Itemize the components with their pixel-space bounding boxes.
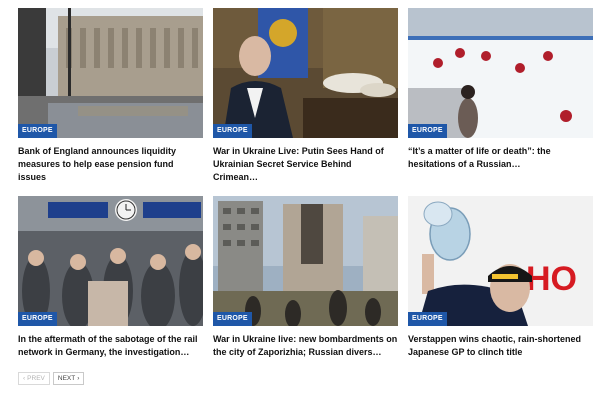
prev-label: PREV [27,374,45,382]
article-title[interactable]: Bank of England announces liquidity meas… [18,145,203,184]
ice-hockey-photo [408,8,593,138]
article-card[interactable]: EUROPE Bank of England announces liquidi… [18,8,203,184]
article-thumbnail[interactable]: EUROPE [408,8,593,138]
article-title[interactable]: “It’s a matter of life or death”: the he… [408,145,593,171]
article-title[interactable]: Verstappen wins chaotic, rain-shortened … [408,333,593,359]
verstappen-trophy-photo: HO [408,196,593,326]
article-card[interactable]: EUROPE In the aftermath of the sabotage … [18,196,203,359]
category-badge[interactable]: EUROPE [408,124,447,138]
category-badge[interactable]: EUROPE [213,124,252,138]
train-station-photo [18,196,203,326]
article-card[interactable]: EUROPE War in Ukraine live: new bombardm… [213,196,398,359]
putin-photo [213,8,398,138]
article-thumbnail[interactable]: EUROPE [18,8,203,138]
pagination: ‹ PREV NEXT › [18,372,85,385]
zaporizhia-building-photo [213,196,398,326]
bank-of-england-photo [18,8,203,138]
article-card[interactable]: EUROPE “It’s a matter of life or death”:… [408,8,593,171]
article-card[interactable]: HO EUROPE Verstappen wins chaotic, rain-… [408,196,593,359]
next-button[interactable]: NEXT › [52,372,85,385]
article-title[interactable]: War in Ukraine Live: Putin Sees Hand of … [213,145,398,184]
chevron-right-icon: › [77,374,80,382]
article-thumbnail[interactable]: EUROPE [18,196,203,326]
article-thumbnail[interactable]: EUROPE [213,8,398,138]
svg-text:HO: HO [526,260,577,298]
article-thumbnail[interactable]: HO EUROPE [408,196,593,326]
article-title[interactable]: In the aftermath of the sabotage of the … [18,333,203,359]
next-label: NEXT [57,374,76,382]
category-badge[interactable]: EUROPE [18,124,57,138]
category-badge[interactable]: EUROPE [213,312,252,326]
article-thumbnail[interactable]: EUROPE [213,196,398,326]
article-card[interactable]: EUROPE War in Ukraine Live: Putin Sees H… [213,8,398,184]
chevron-left-icon: ‹ [23,374,26,382]
category-badge[interactable]: EUROPE [18,312,57,326]
category-badge[interactable]: EUROPE [408,312,447,326]
prev-button[interactable]: ‹ PREV [18,372,50,385]
article-title[interactable]: War in Ukraine live: new bombardments on… [213,333,398,359]
